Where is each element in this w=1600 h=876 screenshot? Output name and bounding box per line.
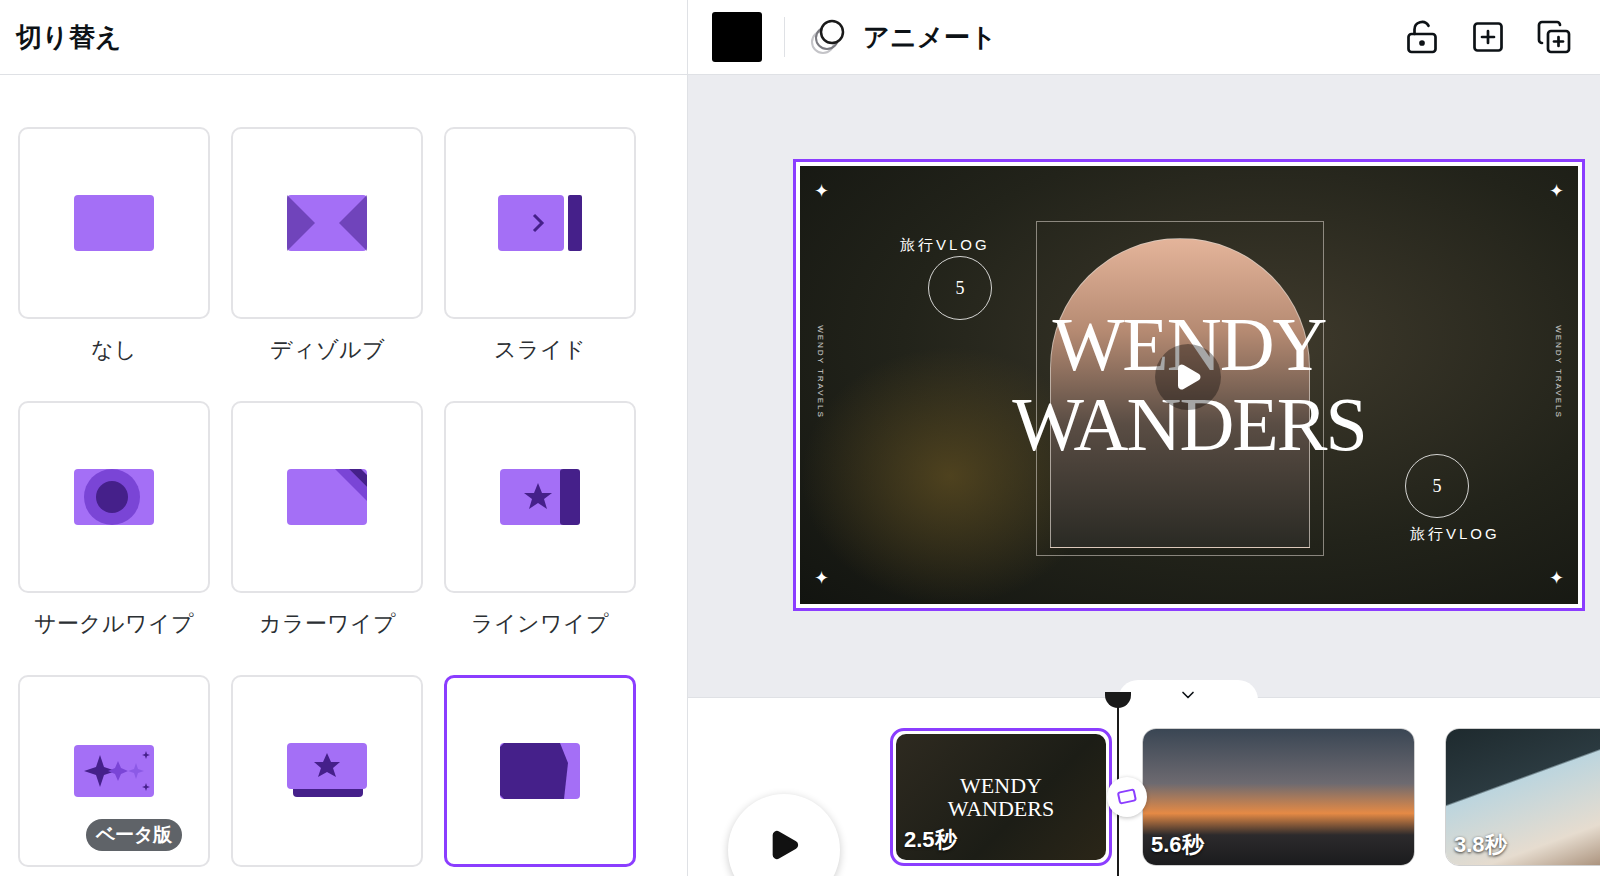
collapse-tab[interactable] (1118, 680, 1258, 710)
none-transition-icon (72, 193, 156, 253)
page-duration: 2.5秒 (904, 823, 957, 856)
transition-option[interactable]: サークルワイプ (18, 401, 210, 639)
page-duration: 5.6秒 (1151, 828, 1204, 861)
star-decoration: ✦ (814, 565, 829, 592)
transition-label: カラーワイプ (259, 609, 396, 639)
transition-label: ディゾルブ (270, 335, 385, 365)
color-swatch[interactable] (712, 12, 762, 62)
page-thumbnail[interactable]: WENDYWANDERS 2.5秒 (890, 728, 1112, 866)
tilt-transition-icon (498, 741, 582, 801)
transition-label: ラインワイプ (471, 609, 609, 639)
sparkle-transition-icon (72, 741, 156, 801)
transition-option[interactable]: ディゾルブ (231, 127, 423, 365)
transition-label: なし (91, 335, 137, 365)
dissolve-transition-icon (285, 193, 369, 253)
badge-text: 旅行VLOG (1410, 525, 1500, 542)
rise-transition-icon (285, 741, 369, 801)
badge-number: 5 (956, 275, 965, 302)
play-icon (767, 828, 801, 862)
transition-option[interactable]: ベータ版 (18, 675, 210, 867)
beta-badge: ベータ版 (86, 819, 182, 852)
thumbnail-title: WANDERS (948, 797, 1054, 820)
page-duration: 3.8秒 (1454, 828, 1507, 861)
play-icon (1173, 362, 1203, 392)
panel-title: 切り替え (16, 18, 122, 57)
chevron-down-icon (1178, 685, 1198, 705)
badge-number: 5 (1433, 473, 1442, 500)
canvas-area: WENDYWANDERS旅行VLOG55旅行VLOGWENDY TRAVELSW… (688, 75, 1600, 697)
slide-transition-icon (498, 193, 582, 253)
transition-option[interactable]: カラーワイプ (231, 401, 423, 639)
timeline: WENDYWANDERS 2.5秒 5.6秒 3.8秒 (688, 697, 1600, 876)
add-page-icon[interactable] (1470, 19, 1506, 55)
duplicate-page-icon[interactable] (1536, 19, 1572, 55)
page-thumbnail[interactable]: 3.8秒 (1445, 728, 1600, 866)
transition-option[interactable] (444, 675, 636, 867)
play-timeline-button[interactable] (728, 794, 840, 876)
circle-transition-icon (72, 467, 156, 527)
side-text: WENDY TRAVELS (814, 312, 826, 432)
star-decoration: ✦ (1549, 565, 1564, 592)
toolbar: アニメート (688, 0, 1600, 75)
transition-icon (1116, 786, 1138, 808)
transition-option[interactable] (231, 675, 423, 867)
thumbnail-title: WENDY (960, 774, 1042, 797)
lock-icon[interactable] (1404, 19, 1440, 55)
play-button[interactable] (1155, 344, 1221, 410)
animate-icon (807, 16, 849, 58)
transition-label: サークルワイプ (34, 609, 194, 639)
line-transition-icon (498, 467, 582, 527)
side-text: WENDY TRAVELS (1552, 312, 1564, 432)
transition-marker[interactable] (1107, 777, 1147, 817)
transition-option[interactable]: ラインワイプ (444, 401, 636, 639)
color-transition-icon (285, 467, 369, 527)
panel-header: 切り替え (0, 0, 687, 75)
badge-text: 旅行VLOG (900, 234, 990, 257)
star-decoration: ✦ (814, 178, 829, 205)
animate-button[interactable]: アニメート (807, 16, 997, 58)
transition-option[interactable]: スライド (444, 127, 636, 365)
star-decoration: ✦ (1549, 178, 1564, 205)
design-page[interactable]: WENDYWANDERS旅行VLOG55旅行VLOGWENDY TRAVELSW… (793, 159, 1585, 611)
transitions-panel: 切り替えなし ディゾルブ スライドサークルワイプ カラーワイプ ラインワイプベータ版 (0, 0, 688, 876)
transition-label: スライド (494, 335, 586, 365)
page-thumbnail[interactable]: 5.6秒 (1142, 728, 1415, 866)
transition-option[interactable]: なし (18, 127, 210, 365)
